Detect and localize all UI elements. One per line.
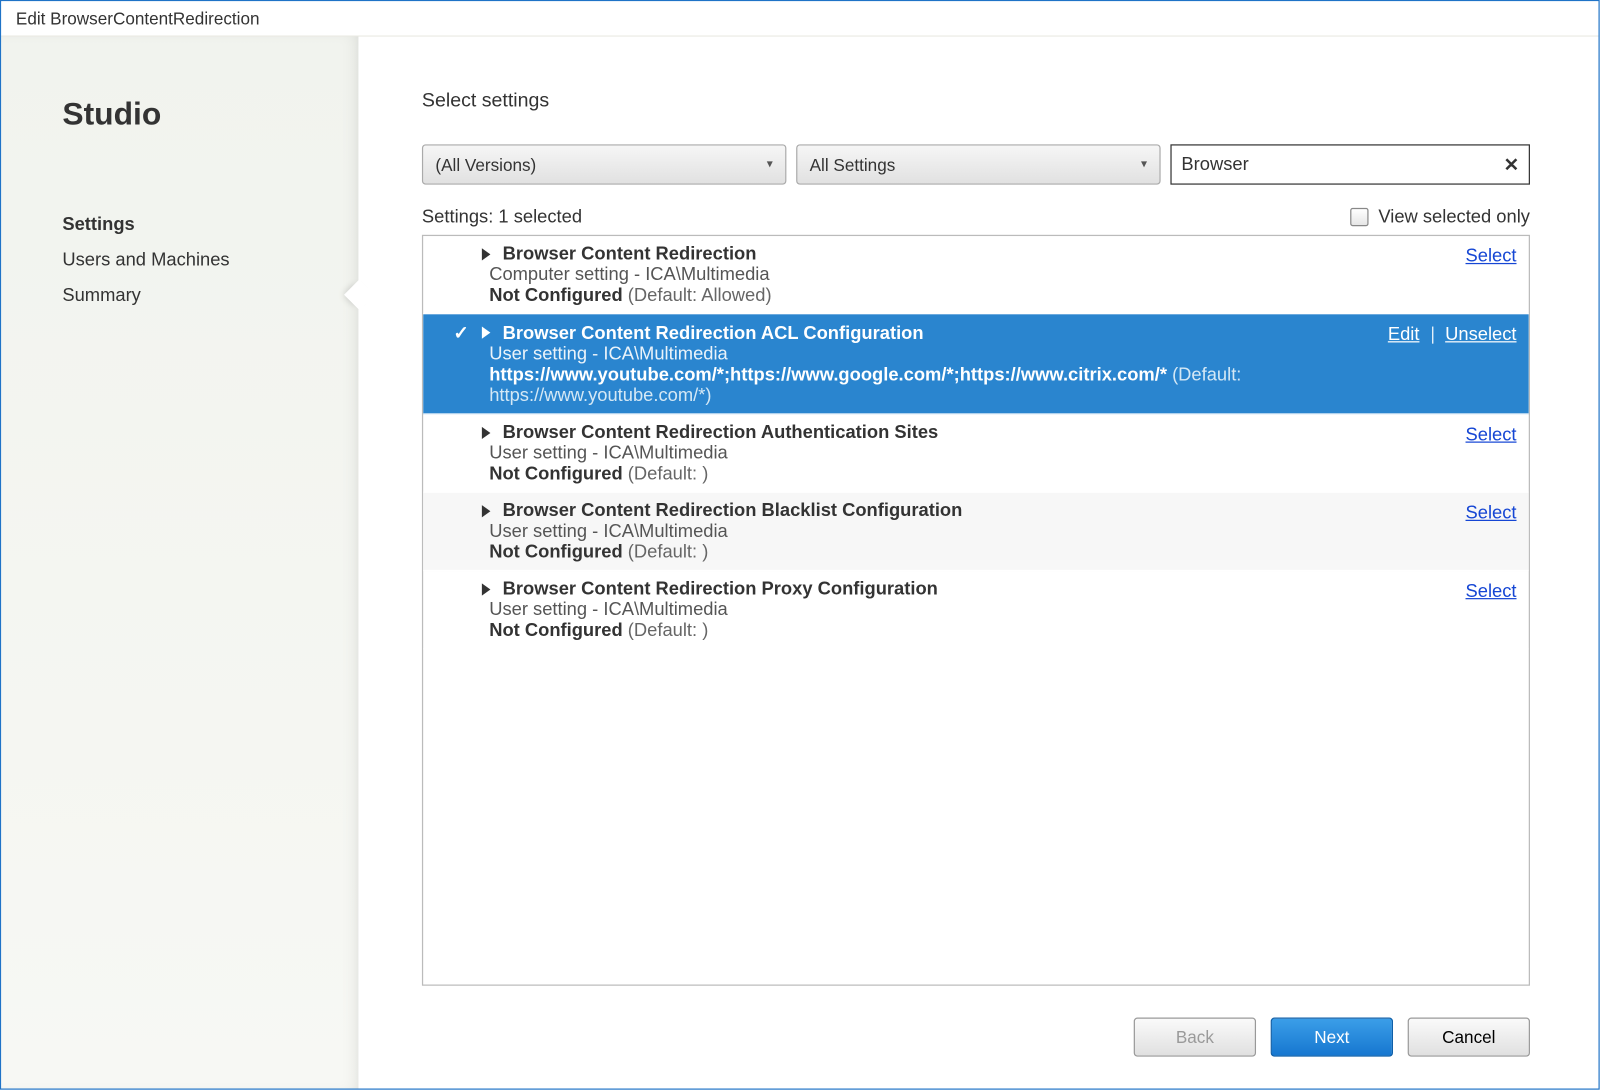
setting-title-row: Browser Content Redirection Authenticati… [453, 422, 1454, 443]
brand-title: Studio [62, 95, 316, 133]
setting-row[interactable]: Browser Content Redirection Authenticati… [423, 415, 1529, 493]
footer-buttons: Back Next Cancel [422, 986, 1530, 1057]
expand-icon[interactable] [482, 248, 491, 260]
version-dropdown[interactable]: (All Versions) ▾ [422, 144, 786, 184]
setting-config-value: https://www.youtube.com/*;https://www.go… [489, 364, 1167, 385]
main-panel: Select settings (All Versions) ▾ All Set… [358, 37, 1598, 1089]
settings-count-value: 1 selected [498, 207, 582, 228]
settings-count-label: Settings: [422, 207, 493, 228]
search-input[interactable]: Browser ✕ [1170, 144, 1530, 184]
expand-icon[interactable] [482, 583, 491, 595]
sidebar-item-summary[interactable]: Summary [62, 278, 316, 313]
setting-content: Browser Content RedirectionComputer sett… [453, 243, 1454, 305]
sidebar-nav: Settings Users and Machines Summary [62, 207, 316, 313]
setting-content: Browser Content Redirection Proxy Config… [453, 578, 1454, 640]
setting-actions: Select [1466, 422, 1517, 484]
chevron-down-icon: ▾ [767, 158, 773, 171]
chevron-down-icon: ▾ [1141, 158, 1147, 171]
setting-row[interactable]: Browser Content Redirection Proxy Config… [423, 571, 1529, 649]
setting-actions: Edit Unselect [1388, 322, 1517, 406]
setting-config: Not Configured (Default: Allowed) [453, 285, 1454, 306]
status-row: Settings: 1 selected View selected only [422, 207, 1530, 228]
action-divider [1432, 327, 1433, 344]
select-link[interactable]: Select [1466, 246, 1517, 267]
setting-row[interactable]: Browser Content RedirectionComputer sett… [423, 236, 1529, 314]
setting-title: Browser Content Redirection ACL Configur… [503, 322, 924, 343]
clear-search-icon[interactable]: ✕ [1504, 153, 1519, 175]
sidebar-item-settings[interactable]: Settings [62, 207, 316, 242]
setting-config: Not Configured (Default: ) [453, 620, 1454, 641]
sidebar: Studio Settings Users and Machines Summa… [1, 37, 358, 1089]
setting-config-default: (Default: Allowed) [623, 285, 772, 306]
setting-subtitle: User setting - ICA\Multimedia [453, 521, 1454, 542]
setting-config-value: Not Configured [489, 620, 622, 641]
setting-content: Browser Content Redirection Blacklist Co… [453, 500, 1454, 562]
setting-config-value: Not Configured [489, 285, 622, 306]
setting-actions: Select [1466, 578, 1517, 640]
setting-title: Browser Content Redirection Proxy Config… [503, 578, 938, 599]
page-title: Select settings [422, 91, 1530, 113]
setting-row[interactable]: ✓ Browser Content Redirection ACL Configu… [423, 314, 1529, 414]
unselect-link[interactable]: Unselect [1445, 324, 1516, 345]
settings-count: Settings: 1 selected [422, 207, 582, 228]
setting-title-row: Browser Content Redirection Blacklist Co… [453, 500, 1454, 521]
expand-icon[interactable] [482, 504, 491, 516]
setting-title: Browser Content Redirection Authenticati… [503, 422, 939, 443]
setting-subtitle: Computer setting - ICA\Multimedia [453, 264, 1454, 285]
settings-list[interactable]: Browser Content RedirectionComputer sett… [422, 235, 1530, 986]
setting-config-default: (Default: ) [623, 464, 709, 485]
setting-content: ✓ Browser Content Redirection ACL Configu… [453, 322, 1376, 406]
category-dropdown[interactable]: All Settings ▾ [796, 144, 1160, 184]
setting-config: https://www.youtube.com/*;https://www.go… [453, 364, 1376, 406]
setting-content: Browser Content Redirection Authenticati… [453, 422, 1454, 484]
setting-config-default: (Default: ) [623, 620, 709, 641]
setting-subtitle: User setting - ICA\Multimedia [453, 599, 1454, 620]
next-button[interactable]: Next [1271, 1018, 1393, 1057]
back-button[interactable]: Back [1134, 1018, 1256, 1057]
expand-icon[interactable] [482, 426, 491, 438]
view-selected-only-label: View selected only [1378, 207, 1530, 228]
setting-subtitle: User setting - ICA\Multimedia [453, 443, 1454, 464]
setting-subtitle: User setting - ICA\Multimedia [453, 344, 1376, 365]
select-link[interactable]: Select [1466, 424, 1517, 445]
setting-config-value: Not Configured [489, 542, 622, 563]
search-input-text: Browser [1181, 154, 1248, 175]
setting-title-row: ✓ Browser Content Redirection ACL Configu… [453, 322, 1376, 344]
setting-row[interactable]: Browser Content Redirection Blacklist Co… [423, 493, 1529, 571]
setting-actions: Select [1466, 500, 1517, 562]
cancel-button[interactable]: Cancel [1408, 1018, 1530, 1057]
sidebar-item-users-machines[interactable]: Users and Machines [62, 242, 316, 277]
setting-config-value: Not Configured [489, 464, 622, 485]
setting-config-default: (Default: ) [623, 542, 709, 563]
window-title: Edit BrowserContentRedirection [1, 1, 1598, 35]
version-dropdown-label: (All Versions) [435, 155, 536, 175]
expand-icon[interactable] [482, 327, 491, 339]
filter-row: (All Versions) ▾ All Settings ▾ Browser … [422, 144, 1530, 184]
category-dropdown-label: All Settings [810, 155, 896, 175]
edit-link[interactable]: Edit [1388, 324, 1420, 345]
dialog-window: Edit BrowserContentRedirection Studio Se… [0, 0, 1600, 1090]
checkbox-icon [1350, 208, 1368, 226]
setting-config: Not Configured (Default: ) [453, 542, 1454, 563]
select-link[interactable]: Select [1466, 503, 1517, 524]
dialog-body: Studio Settings Users and Machines Summa… [1, 35, 1598, 1088]
setting-title-row: Browser Content Redirection Proxy Config… [453, 578, 1454, 599]
view-selected-only-checkbox[interactable]: View selected only [1350, 207, 1530, 228]
check-icon: ✓ [453, 322, 470, 344]
setting-title: Browser Content Redirection [503, 243, 757, 264]
setting-title-row: Browser Content Redirection [453, 243, 1454, 264]
setting-config: Not Configured (Default: ) [453, 464, 1454, 485]
setting-actions: Select [1466, 243, 1517, 305]
setting-title: Browser Content Redirection Blacklist Co… [503, 500, 963, 521]
select-link[interactable]: Select [1466, 581, 1517, 602]
